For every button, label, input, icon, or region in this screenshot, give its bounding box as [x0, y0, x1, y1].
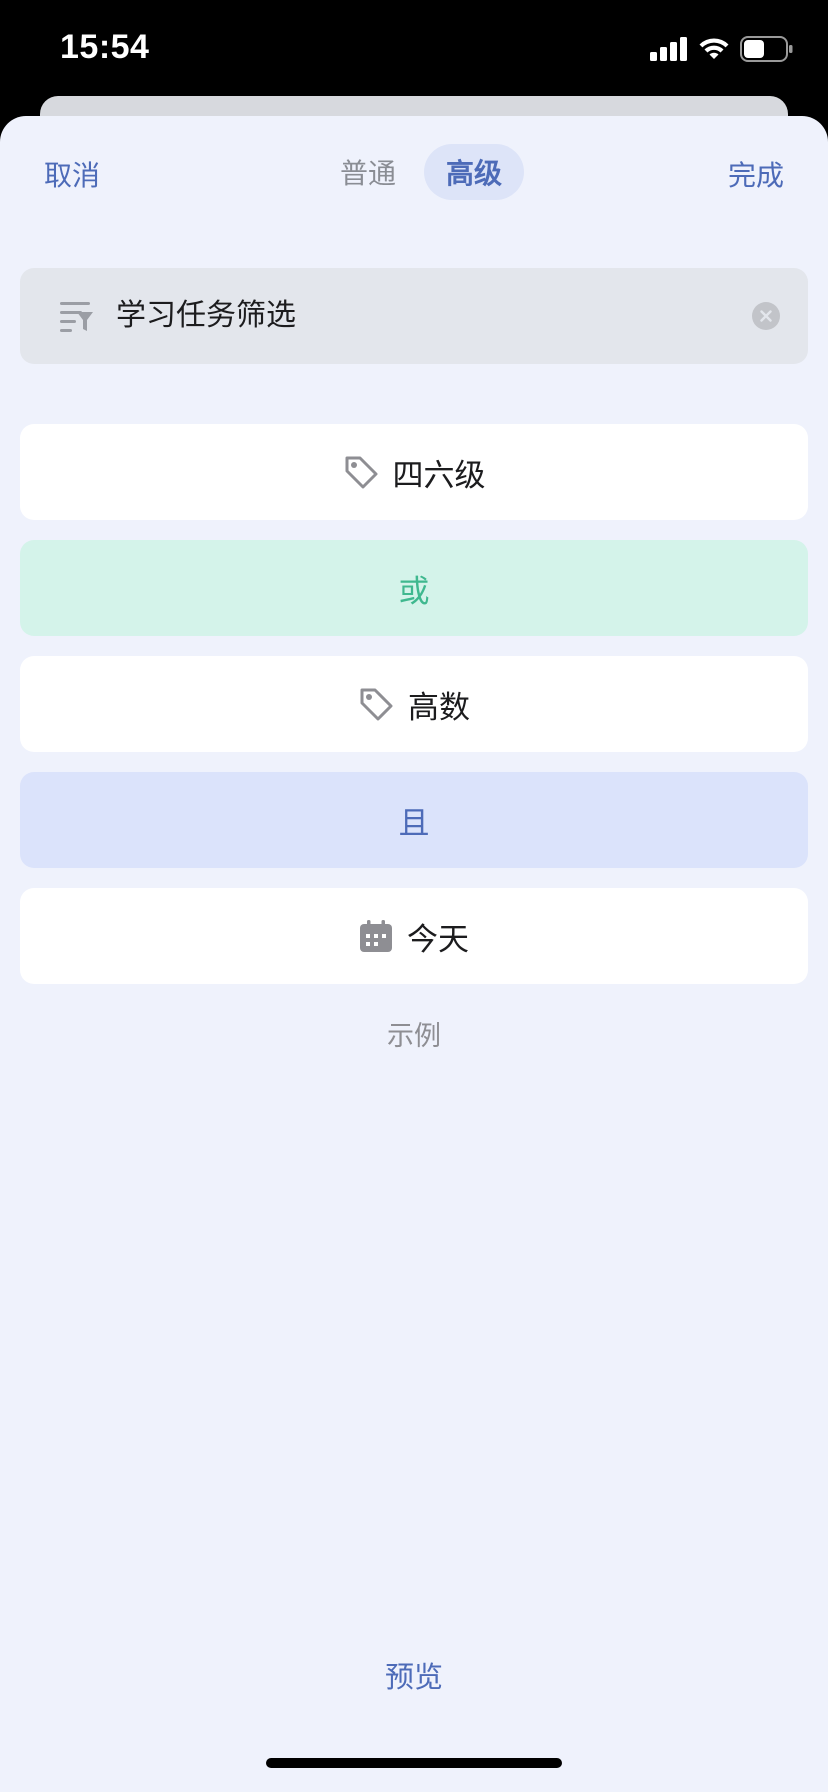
tab-advanced[interactable]: 高级 [424, 144, 525, 200]
status-bar: 15:54 [0, 0, 828, 100]
condition-tag-row[interactable]: 四六级 [20, 424, 808, 520]
wifi-icon [699, 38, 729, 59]
example-link[interactable]: 示例 [0, 1014, 828, 1053]
operator-label: 且 [398, 805, 430, 842]
preview-button[interactable]: 预览 [0, 1654, 828, 1696]
cancel-button[interactable]: 取消 [44, 154, 100, 194]
condition-date-row[interactable]: 今天 [20, 888, 808, 984]
status-icons [650, 36, 794, 62]
filter-name-field[interactable]: 学习任务筛选 [20, 268, 808, 364]
operator-label: 或 [398, 573, 430, 610]
filter-icon [60, 302, 93, 332]
filter-name-value: 学习任务筛选 [116, 298, 296, 333]
condition-label: 高数 [408, 689, 470, 726]
tag-icon [343, 454, 379, 490]
calendar-icon [359, 919, 393, 953]
tag-icon [358, 686, 394, 722]
condition-label: 今天 [407, 921, 469, 958]
battery-icon [740, 36, 793, 62]
clear-icon[interactable] [752, 302, 780, 330]
condition-label: 四六级 [392, 457, 486, 494]
tab-normal[interactable]: 普通 [318, 144, 418, 200]
home-indicator [266, 1758, 562, 1768]
condition-tag-row[interactable]: 高数 [20, 656, 808, 752]
done-button[interactable]: 完成 [728, 154, 784, 194]
status-time: 15:54 [60, 28, 150, 66]
mode-segmented-control: 普通 高级 [318, 144, 525, 200]
operator-or-row[interactable]: 或 [20, 540, 808, 636]
operator-and-row[interactable]: 且 [20, 772, 808, 868]
cellular-signal-icon [650, 37, 687, 61]
filter-edit-sheet: 取消 普通 高级 完成 学习任务筛选 四六级 或 高数 且 今天 示例 预览 [0, 116, 828, 1792]
